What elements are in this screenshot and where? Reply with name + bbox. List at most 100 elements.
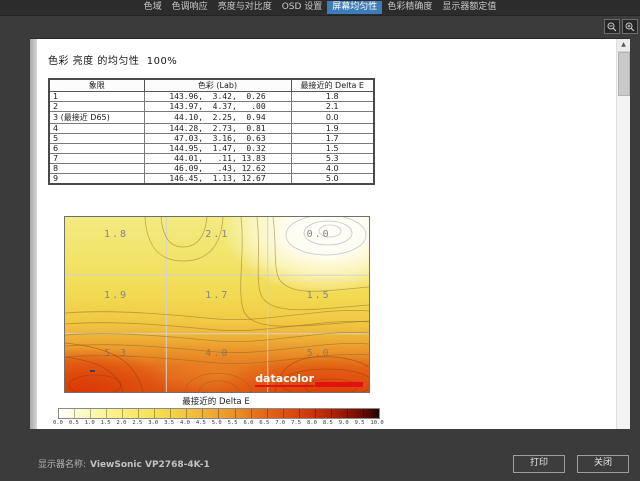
cell-lab: 47.03, 3.16, 0.63	[143, 133, 292, 144]
colorbar-segment	[107, 409, 124, 418]
tab-3[interactable]: OSD 设置	[277, 1, 328, 14]
colorbar-segment	[252, 409, 268, 418]
colorbar-tick-label: 3.5	[164, 420, 175, 426]
cell-delta: 5.3	[290, 153, 375, 164]
table-row: 2 143.97, 4.37, .00 2.1	[48, 101, 375, 112]
colorbar-tick-label: 1.5	[100, 420, 111, 426]
colorbar-segment	[75, 409, 92, 418]
print-button[interactable]: 打印	[513, 455, 565, 473]
tab-0[interactable]: 色域	[139, 1, 167, 14]
cell-delta: 1.5	[290, 143, 375, 154]
monitor-name-status: 显示器名称: ViewSonic VP2768-4K-1	[38, 457, 210, 470]
cell-quadrant: 4	[48, 123, 145, 134]
colorbar-tick-label: 8.0	[307, 420, 317, 426]
map-value: 1.5	[306, 290, 331, 301]
cell-quadrant: 5	[48, 133, 145, 144]
colorbar-tick-label: 0.0	[53, 420, 63, 426]
cell-quadrant: 1	[48, 91, 145, 102]
cell-lab: 143.96, 3.42, 0.26	[143, 91, 292, 102]
datacolor-logo: datacolor	[255, 373, 363, 387]
vertical-scrollbar[interactable]: ▲	[616, 39, 630, 429]
colorbar-tick-label: 0.5	[68, 420, 79, 426]
table-row: 1 143.96, 3.42, 0.26 1.8	[48, 91, 375, 102]
magnifier-plus-icon	[625, 17, 635, 36]
colorbar	[58, 408, 380, 419]
cell-quadrant: 2	[48, 101, 145, 112]
table-row: 7 44.01, .11, 13.83 5.3	[48, 153, 375, 164]
cell-lab: 44.10, 2.25, 0.94	[143, 111, 292, 124]
cell-quadrant: 9	[48, 173, 145, 185]
cell-delta: 4.0	[290, 163, 375, 174]
cell-delta: 1.7	[290, 133, 375, 144]
tab-2[interactable]: 亮度与对比度	[213, 1, 277, 14]
colorbar-segment	[203, 409, 220, 418]
map-value: 1.7	[205, 290, 230, 301]
map-value: 1.8	[103, 229, 129, 240]
colorbar-segment	[187, 409, 204, 418]
header-lab: 色彩 (Lab)	[143, 78, 292, 92]
cell-lab: 146.45, 1.13, 12.67	[143, 173, 292, 185]
tab-1[interactable]: 色调响应	[167, 1, 213, 14]
cell-delta: 2.1	[290, 101, 375, 112]
table-row: 6 144.95, 1.47, 0.32 1.5	[48, 143, 375, 154]
colorbar-segment	[59, 409, 76, 418]
colorbar-tick-label: 10.0	[370, 420, 384, 426]
tab-5[interactable]: 色彩精确度	[382, 1, 437, 14]
colorbar-segment	[316, 409, 332, 418]
colorbar-segment	[219, 409, 236, 418]
colorbar-segment	[155, 409, 172, 418]
colorbar-segment	[171, 409, 188, 418]
colorbar-segment	[139, 409, 156, 418]
header-delta-e: 最接近的 Delta E	[290, 78, 375, 92]
report-title: 色彩 亮度 的均匀性 100%	[48, 56, 178, 67]
colorbar-tick-label: 2.0	[116, 420, 127, 426]
colorbar-tick-labels: 0.0 0.5 1.0 1.5 2.0 2.5 3.0 3.5 4.0 4.5 5.0 5.5 6.0 6…	[53, 420, 384, 426]
cell-lab: 143.97, 4.37, .00	[143, 101, 292, 112]
colorbar-tick-label: 1.0	[84, 420, 95, 426]
scrollbar-thumb[interactable]	[618, 52, 630, 96]
cell-quadrant: 7	[48, 153, 145, 164]
zoom-toolbar	[604, 19, 638, 34]
colorbar-segment	[284, 409, 300, 418]
colorbar-tick-label: 4.0	[180, 420, 190, 426]
zoom-out-button[interactable]	[604, 19, 620, 34]
monitor-name-value: ViewSonic VP2768-4K-1	[90, 460, 210, 470]
zoom-in-button[interactable]	[622, 19, 638, 34]
table-header-row: 象限 色彩 (Lab) 最接近的 Delta E	[48, 78, 375, 92]
table-row: 3 (最接近 D65) 44.10, 2.25, 0.94 0.0	[48, 111, 375, 124]
colorbar-tick-label: 5.0	[211, 420, 222, 426]
colorbar-tick-label: 7.0	[275, 420, 286, 426]
report-viewport: 色彩 亮度 的均匀性 100% 象限 色彩 (Lab) 最接近的 Delta E…	[30, 38, 630, 429]
monitor-name-label: 显示器名称:	[38, 460, 87, 470]
colorbar-tick-label: 7.5	[291, 420, 302, 426]
colorbar-tick-label: 6.5	[259, 420, 270, 426]
colorbar-segment	[348, 409, 364, 418]
datacolor-logo-bar	[315, 382, 363, 387]
table-row: 9 146.45, 1.13, 12.67 5.0	[48, 173, 375, 185]
colorbar-segment	[332, 409, 348, 418]
colorbar-segment	[268, 409, 284, 418]
tab-4[interactable]: 屏幕均匀性	[327, 1, 383, 14]
scroll-up-icon[interactable]: ▲	[617, 39, 630, 52]
cell-lab: 144.95, 1.47, 0.32	[143, 143, 292, 154]
cell-lab: 144.28, 2.73, 0.81	[143, 123, 292, 134]
header-quadrant: 象限	[48, 78, 145, 92]
colorbar-tick-label: 9.5	[354, 420, 365, 426]
table-row: 4 144.28, 2.73, 0.81 1.9	[48, 123, 375, 134]
cell-delta: 0.0	[290, 111, 375, 124]
datacolor-logo-text: datacolor	[255, 372, 314, 387]
colorbar-segment	[236, 409, 252, 418]
uniformity-heatmap: 1.8 2.1 0.0 1.9 1.7 1.5 5.3 4.0 5.0 datacolor	[64, 216, 370, 393]
table-row: 8 46.09, .43, 12.62 4.0	[48, 163, 375, 174]
colorbar-segment	[91, 409, 108, 418]
colorbar-tick-label: 6.0	[243, 420, 254, 426]
close-button[interactable]: 关闭	[577, 455, 629, 473]
colorbar-segment	[364, 409, 379, 418]
colorbar-tick-label: 9.0	[338, 420, 349, 426]
tab-bar: 色域 色调响应 亮度与对比度 OSD 设置 屏幕均匀性 色彩精确度 显示器额定值	[0, 0, 640, 16]
table-row: 5 47.03, 3.16, 0.63 1.7	[48, 133, 375, 144]
colorbar-tick-label: 5.5	[227, 420, 238, 426]
map-value: 1.9	[103, 290, 129, 301]
heatmap-marker	[90, 370, 95, 372]
tab-6[interactable]: 显示器额定值	[437, 1, 501, 14]
